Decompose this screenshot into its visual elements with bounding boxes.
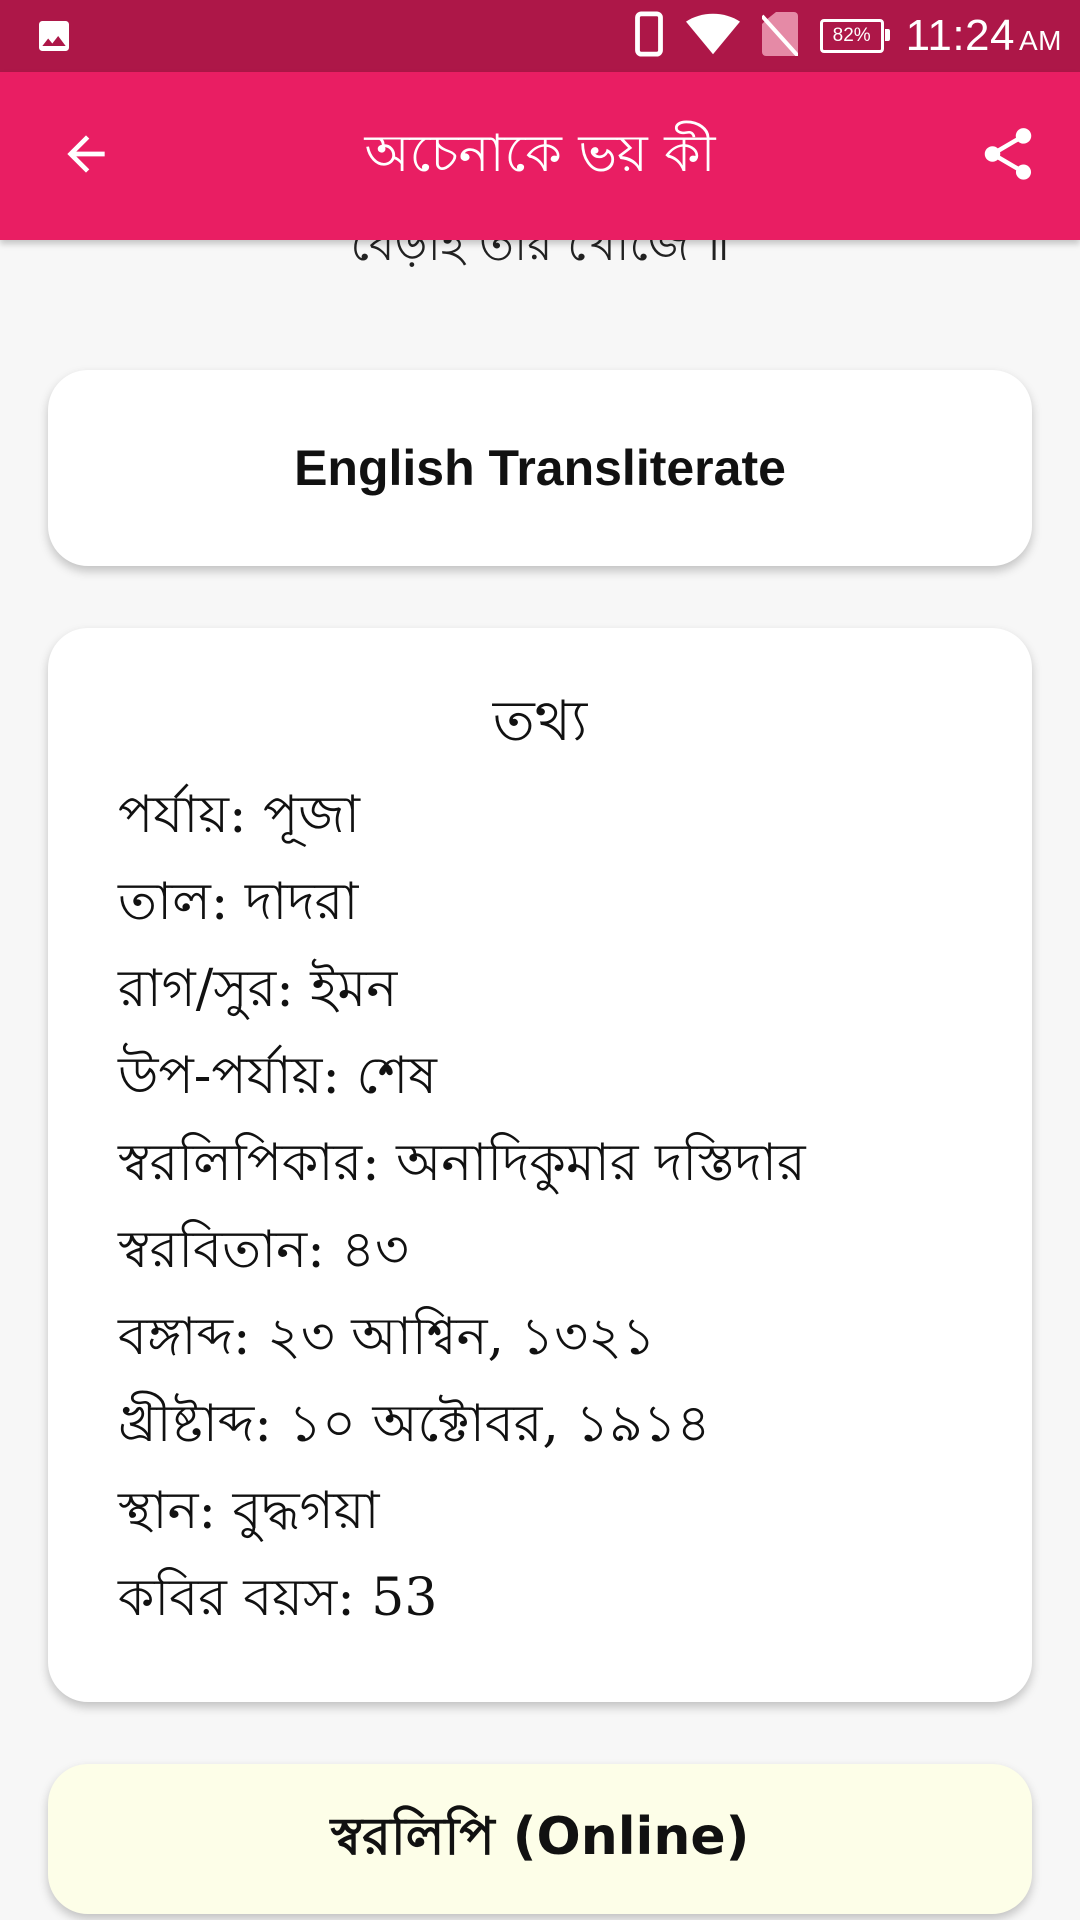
english-transliterate-label: English Transliterate <box>294 440 786 496</box>
content-scroll[interactable]: বেড়াই তার খোঁজে ॥ English Transliterate… <box>0 240 1080 1920</box>
share-icon <box>977 123 1039 189</box>
info-row-notation-author: স্বরলিপিকার: অনাদিকুমার দস্তিদার <box>118 1133 806 1193</box>
app-bar: অচেনাকে ভয় কী <box>0 72 1080 240</box>
notation-online-label: স্বরলিপি (Online) <box>330 1806 750 1867</box>
info-row-subcategory: উপ-পর্যায়: শেষ <box>118 1046 437 1106</box>
info-list: পর্যায়: পূজা তাল: দাদরা রাগ/সুর: ইমন উপ… <box>118 772 806 1642</box>
notation-online-button[interactable]: স্বরলিপি (Online) <box>48 1764 1032 1914</box>
info-row-tala: তাল: দাদরা <box>118 872 359 932</box>
clock: 11:24 AM <box>906 11 1062 61</box>
info-row-raga: রাগ/সুর: ইমন <box>118 959 398 1019</box>
info-row-swarabitan: স্বরবিতান: ৪৩ <box>118 1220 409 1280</box>
info-row-poet-age: কবির বয়স: 53 <box>118 1568 438 1628</box>
info-row-category: পর্যায়: পূজা <box>118 785 360 845</box>
info-row-christian-date: খ্রীষ্টাব্দ: ১০ অক্টোবর, ১৯১৪ <box>118 1394 711 1454</box>
info-row-place: স্থান: বুদ্ধগয়া <box>118 1481 380 1541</box>
image-icon <box>34 16 74 56</box>
info-title: তথ্য <box>492 689 588 754</box>
share-button[interactable] <box>966 114 1050 198</box>
battery-icon: 82% <box>819 19 890 53</box>
wifi-icon <box>685 13 740 59</box>
no-sim-icon <box>760 12 800 60</box>
battery-level: 82% <box>832 25 871 46</box>
phone-icon <box>634 11 664 61</box>
clock-time: 11:24 <box>905 11 1015 60</box>
info-row-bengali-date: বঙ্গাব্দ: ২৩ আশ্বিন, ১৩২১ <box>118 1307 656 1367</box>
clock-ampm: AM <box>1019 25 1062 56</box>
english-transliterate-button[interactable]: English Transliterate <box>48 370 1032 566</box>
lyric-line: বেড়াই তার খোঁজে ॥ <box>350 240 730 271</box>
status-bar: 82% 11:24 AM <box>0 0 1080 72</box>
back-button[interactable] <box>44 114 128 198</box>
page-title: অচেনাকে ভয় কী <box>364 123 716 184</box>
arrow-back-icon <box>58 126 114 186</box>
info-card: তথ্য পর্যায়: পূজা তাল: দাদরা রাগ/সুর: ই… <box>48 628 1032 1702</box>
